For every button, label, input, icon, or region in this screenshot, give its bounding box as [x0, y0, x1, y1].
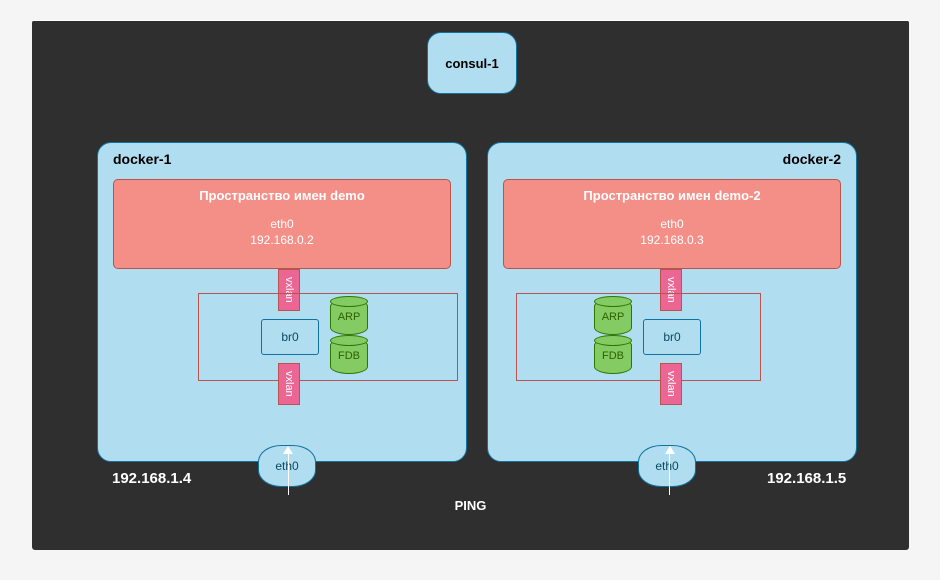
docker-2-ns-frame [516, 293, 761, 381]
ping-line-v1 [288, 452, 289, 495]
docker-2-title: docker-2 [783, 151, 841, 167]
docker-2-host-ip: 192.168.1.5 [767, 470, 846, 487]
docker-2-ns-if: eth0 [660, 217, 683, 231]
ping-arrow-right [665, 446, 675, 454]
ping-line-v2 [669, 452, 670, 495]
docker-1-title: docker-1 [113, 151, 171, 167]
ping-arrow-left [283, 446, 293, 454]
docker-2-ns-title: Пространство имен demo-2 [504, 188, 840, 203]
docker-1-tables: ARP FDB [330, 299, 368, 377]
docker-1-vxlan-bot: vxlan [278, 363, 300, 405]
ping-label: PING [32, 498, 909, 513]
docker-1-ns-title: Пространство имен demo [114, 188, 450, 203]
docker-2-tables: ARP FDB [594, 299, 632, 377]
docker-1-ns-ip: 192.168.0.2 [250, 233, 313, 247]
docker-2-ns-ip: 192.168.0.3 [640, 233, 703, 247]
docker-1-arp: ARP [330, 299, 368, 335]
docker-2-host: docker-2 Пространство имен demo-2 eth0 1… [487, 142, 857, 462]
ping-line [32, 20, 909, 21]
docker-1-ns-frame [198, 293, 458, 381]
docker-2-vxlan-bot: vxlan [660, 363, 682, 405]
docker-1-host: docker-1 Пространство имен demo eth0 192… [97, 142, 467, 462]
consul-label: consul-1 [445, 56, 498, 71]
docker-2-namespace: Пространство имен demo-2 eth0 192.168.0.… [503, 179, 841, 269]
docker-2-br0: br0 [643, 319, 701, 355]
docker-1-ns-eth: eth0 192.168.0.2 [114, 217, 450, 248]
docker-2-ns-eth: eth0 192.168.0.3 [504, 217, 840, 248]
docker-1-fdb: FDB [330, 338, 368, 374]
diagram-frame: consul-1 docker-1 Пространство имен demo… [32, 20, 909, 550]
consul-node: consul-1 [427, 32, 517, 94]
docker-1-br0: br0 [261, 319, 319, 355]
docker-2-fdb: FDB [594, 338, 632, 374]
docker-1-namespace: Пространство имен demo eth0 192.168.0.2 [113, 179, 451, 269]
docker-1-host-ip: 192.168.1.4 [112, 470, 191, 487]
docker-1-ns-if: eth0 [270, 217, 293, 231]
docker-2-arp: ARP [594, 299, 632, 335]
